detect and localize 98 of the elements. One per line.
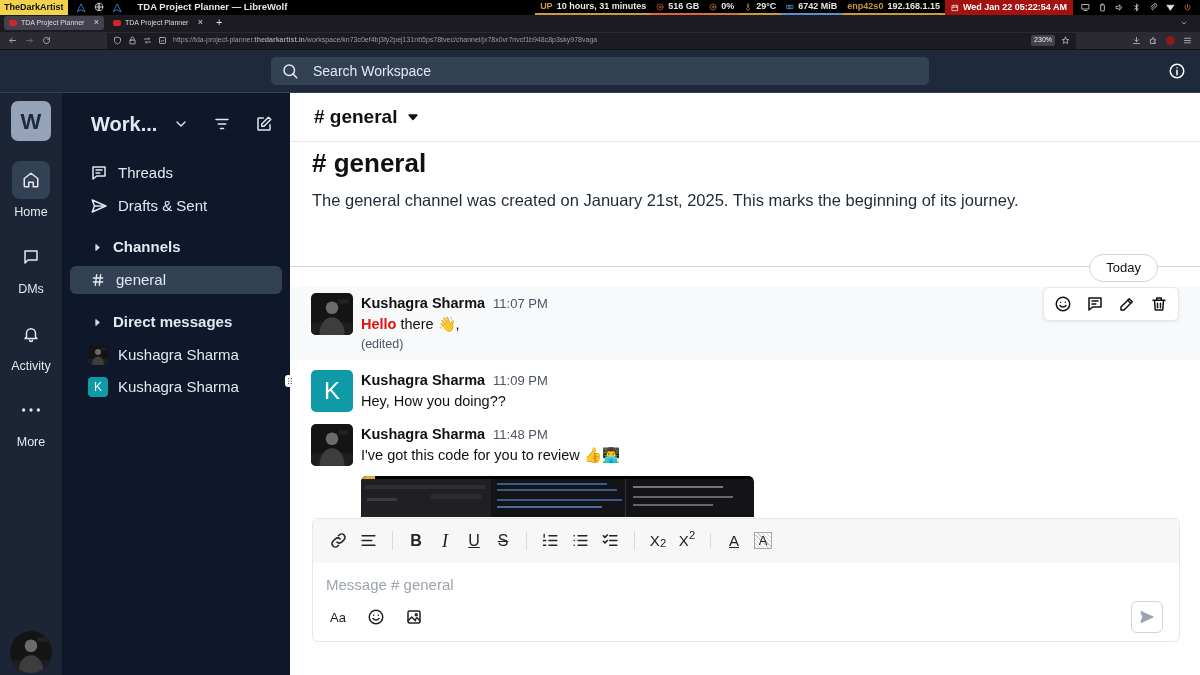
favicon-icon [9, 20, 17, 26]
battery-icon [1098, 3, 1107, 12]
dm-item[interactable]: Kushagra Sharma [62, 340, 290, 369]
image-icon [405, 608, 423, 626]
star-icon [1061, 36, 1070, 45]
message-time: 11:48 PM [493, 425, 548, 444]
swap-icon [143, 36, 152, 45]
send-icon [90, 196, 108, 215]
message-time: 11:09 PM [493, 371, 548, 390]
more-icon [22, 408, 40, 413]
info-icon [1168, 62, 1186, 80]
smile-icon [367, 608, 385, 626]
link-icon [329, 531, 348, 550]
disk-icon [656, 2, 665, 11]
sidebar-link[interactable]: Drafts & Sent [62, 191, 290, 220]
strike-button[interactable]: S [494, 532, 512, 549]
underline-button[interactable]: U [465, 532, 483, 549]
new-tab-button[interactable]: + [212, 15, 227, 30]
section-toggle[interactable]: Direct messages [62, 308, 290, 337]
workspace-label[interactable]: TheDarkArtist [0, 0, 68, 15]
forward-icon [25, 36, 34, 45]
reload-icon [42, 36, 51, 45]
message-text: Hey, How you doing?? [361, 391, 507, 411]
chat-icon [22, 247, 40, 266]
italic-button[interactable]: I [436, 531, 454, 550]
triangle-icon [111, 2, 122, 13]
message-text: Hello there 👋, [361, 315, 461, 335]
author-name[interactable]: Kushagra Sharma [361, 369, 486, 391]
edited-label: (edited) [361, 336, 405, 354]
pencil-icon [1118, 295, 1136, 314]
menu-icon [1183, 36, 1192, 45]
power-icon [1183, 3, 1192, 12]
channel-item[interactable]: general [70, 265, 282, 294]
home-icon [22, 171, 40, 189]
format-button[interactable]: Aa [329, 610, 347, 624]
calendar-icon [950, 3, 959, 12]
shield-icon [113, 36, 122, 45]
clock: Wed Jan 22 05:22:54 AM [944, 0, 1073, 15]
compose-icon [255, 115, 274, 133]
caret-right-icon [92, 241, 103, 253]
author-name[interactable]: Kushagra Sharma [361, 293, 486, 315]
disk-icon [709, 2, 718, 11]
dm-item[interactable]: K Kushagra Sharma [62, 373, 290, 402]
delete-button[interactable] [1150, 295, 1168, 314]
close-button[interactable]: × [93, 16, 99, 30]
avatar: K [88, 377, 108, 398]
image-button[interactable] [405, 608, 423, 626]
channel-title[interactable]: # general [314, 102, 398, 132]
download-icon [1132, 36, 1141, 45]
monitor-icon [1081, 3, 1090, 12]
trash-icon [1150, 295, 1168, 314]
highlight-button[interactable]: A [754, 532, 772, 549]
author-name[interactable]: Kushagra Sharma [361, 423, 486, 445]
emoji-button[interactable] [367, 608, 385, 626]
threads-icon [90, 164, 108, 183]
subscript-button[interactable]: X$_{2}$ [649, 533, 667, 548]
thermometer-icon [744, 2, 753, 11]
message-time: 11:07 PM [493, 295, 548, 314]
favicon-icon [113, 20, 121, 26]
close-button[interactable]: × [197, 16, 203, 30]
avatar: K [311, 369, 353, 412]
channel-description: The general channel was created on January 21st, 2025. This marks the beginning of its journey. [312, 189, 1020, 211]
drag-handle-icon [285, 376, 295, 386]
smile-icon [1054, 295, 1072, 314]
hash-icon [90, 271, 106, 288]
back-icon [8, 36, 17, 45]
rail-item[interactable]: More [12, 391, 50, 452]
search-field[interactable]: Search Workspace [271, 57, 929, 85]
message-text: I've got this code for you to review 👍👨‍💻 [361, 445, 621, 465]
sidebar-link[interactable]: Threads [62, 159, 290, 188]
rail-item[interactable]: DMs [12, 237, 50, 299]
comment-icon [1086, 295, 1104, 314]
superscript-button[interactable]: X$^{2}$ [678, 533, 696, 548]
workspace-button[interactable]: W [11, 101, 51, 141]
react-button[interactable] [1054, 295, 1072, 314]
memory-icon [786, 2, 795, 11]
date-divider: Today [1089, 254, 1158, 282]
caret-right-icon [92, 316, 103, 328]
send-icon [1139, 609, 1155, 625]
section-toggle[interactable]: Channels [62, 233, 290, 262]
arch-icon [75, 2, 86, 13]
bluetooth-icon [1132, 3, 1141, 12]
message-composer[interactable]: B I U S X$_{2}$ X$^{2}$ A A Message # general Aa [312, 517, 1180, 642]
globe-icon [93, 2, 104, 13]
edit-button[interactable] [1118, 295, 1136, 314]
lock-icon [128, 36, 137, 45]
channel-heading: # general [312, 148, 428, 180]
search-icon [281, 62, 299, 80]
reply-button[interactable] [1086, 295, 1104, 314]
rail-item[interactable]: Activity [11, 314, 51, 376]
workspace-name[interactable]: Work... [91, 109, 158, 139]
text-color-button[interactable]: A [725, 533, 743, 548]
window-title: TDA Project Planner — LibreWolf [136, 0, 288, 15]
volume-icon [1115, 3, 1124, 12]
link-button[interactable] [329, 531, 348, 550]
paperclip-icon [1149, 3, 1158, 12]
page-icon [158, 36, 167, 45]
bold-button[interactable]: B [407, 532, 425, 549]
